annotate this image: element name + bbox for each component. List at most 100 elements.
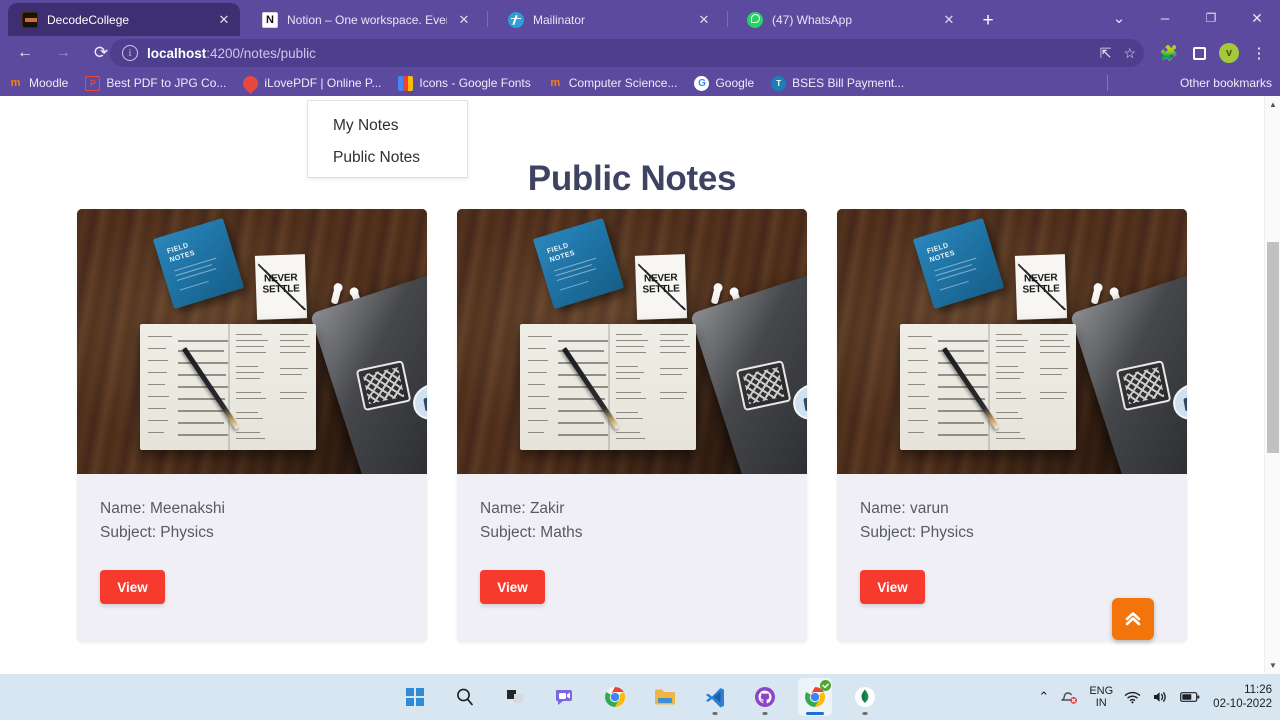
forward-button[interactable]: → bbox=[48, 38, 78, 68]
puzzle-icon[interactable]: 🧩 bbox=[1156, 39, 1182, 67]
chat-button[interactable] bbox=[548, 678, 582, 716]
clock[interactable]: 11:26 02-10-2022 bbox=[1213, 683, 1272, 711]
note-subject: Subject: Maths bbox=[480, 524, 583, 541]
scrollbar-thumb[interactable] bbox=[1267, 242, 1279, 453]
bookmark-label: Computer Science... bbox=[568, 76, 678, 90]
bookmark-label: iLovePDF | Online P... bbox=[264, 76, 382, 90]
volume-icon[interactable] bbox=[1152, 690, 1169, 704]
language-indicator[interactable]: ENG IN bbox=[1089, 685, 1113, 709]
running-indicator bbox=[712, 712, 718, 715]
bookmark-label: BSES Bill Payment... bbox=[792, 76, 905, 90]
search-button[interactable] bbox=[448, 678, 482, 716]
note-name: Name: varun bbox=[860, 500, 949, 517]
note-card[interactable]: FIELD NOTES NEVER SETTLE bbox=[457, 209, 807, 642]
bookmark-item[interactable]: Icons - Google Fonts bbox=[398, 75, 531, 91]
note-subject: Subject: Physics bbox=[860, 524, 974, 541]
never-settle-card: NEVER SETTLE bbox=[254, 254, 308, 320]
tab-close-icon[interactable]: ✕ bbox=[696, 12, 712, 28]
browser-tab-0[interactable]: DecodeCollege ✕ bbox=[8, 3, 240, 36]
view-button[interactable]: View bbox=[480, 570, 545, 604]
vscode-icon bbox=[706, 688, 724, 708]
chrome-active-button[interactable] bbox=[798, 678, 832, 716]
laptop-sticker-badge bbox=[790, 379, 807, 424]
address-bar[interactable]: i localhost:4200/notes/public ⇱ ☆ bbox=[110, 39, 1144, 67]
star-icon[interactable]: ☆ bbox=[1123, 45, 1136, 62]
browser-tab-2[interactable]: Mailinator ✕ bbox=[494, 3, 720, 36]
view-button[interactable]: View bbox=[860, 570, 925, 604]
field-notes-book: FIELD NOTES bbox=[152, 217, 245, 310]
open-notebook bbox=[900, 324, 1076, 450]
bookmark-label: Moodle bbox=[29, 76, 69, 90]
maximize-icon[interactable]: ❐ bbox=[1188, 0, 1234, 36]
share-icon[interactable]: ⇱ bbox=[1100, 45, 1112, 62]
note-card[interactable]: FIELD NOTES NEVER SETTLE bbox=[837, 209, 1187, 642]
chrome-menu-icon[interactable]: ⋮ bbox=[1246, 39, 1272, 67]
tray-overflow-button[interactable]: ⌃ bbox=[1038, 689, 1049, 705]
scrollbar-up-arrow[interactable]: ▲ bbox=[1265, 96, 1280, 113]
field-notes-label: FIELD NOTES bbox=[166, 242, 196, 265]
avatar[interactable]: v bbox=[1216, 39, 1242, 67]
vscode-button[interactable] bbox=[698, 678, 732, 716]
scroll-to-top-button[interactable] bbox=[1112, 598, 1154, 640]
chrome-icon bbox=[605, 686, 626, 708]
bookmark-item[interactable]: m Moodle bbox=[8, 76, 69, 91]
site-info-icon[interactable]: i bbox=[122, 45, 138, 61]
laptop bbox=[689, 261, 807, 474]
task-view-button[interactable] bbox=[498, 678, 532, 716]
view-button[interactable]: View bbox=[100, 570, 165, 604]
running-indicator bbox=[762, 712, 768, 715]
bookmark-item[interactable]: T BSES Bill Payment... bbox=[771, 75, 905, 91]
note-card[interactable]: FIELD NOTES NEVER SETTLE bbox=[77, 209, 427, 642]
google-fonts-icon bbox=[398, 75, 414, 91]
note-card-image: FIELD NOTES NEVER SETTLE bbox=[837, 209, 1187, 474]
new-tab-button[interactable]: + bbox=[975, 7, 1001, 33]
back-button[interactable]: ← bbox=[10, 38, 40, 68]
bookmark-label: Best PDF to JPG Co... bbox=[106, 76, 227, 90]
tab-close-icon[interactable]: ✕ bbox=[941, 12, 957, 28]
side-panel-icon[interactable] bbox=[1186, 39, 1212, 67]
earbud-left-icon bbox=[710, 283, 723, 305]
page-viewport: My Notes Public Notes Public Notes FIELD… bbox=[0, 96, 1280, 674]
field-notes-book: FIELD NOTES bbox=[912, 217, 1005, 310]
minimize-icon[interactable]: – bbox=[1142, 0, 1188, 36]
tab-search-icon[interactable]: ⌄ bbox=[1096, 0, 1142, 36]
laptop-sticker-text bbox=[355, 360, 412, 412]
notebook-writing bbox=[520, 324, 696, 450]
bookmark-item[interactable]: iLovePDF | Online P... bbox=[240, 72, 382, 94]
bookmark-item[interactable]: G Google bbox=[694, 75, 755, 91]
wifi-icon[interactable] bbox=[1124, 690, 1141, 704]
ilovepdf-icon bbox=[240, 72, 262, 94]
close-window-icon[interactable]: ✕ bbox=[1234, 0, 1280, 36]
page-scrollbar[interactable]: ▲ ▼ bbox=[1264, 96, 1280, 674]
start-button[interactable] bbox=[398, 678, 432, 716]
earbud-left-icon bbox=[1090, 283, 1103, 305]
battery-icon[interactable] bbox=[1180, 691, 1200, 703]
chrome-button[interactable] bbox=[598, 678, 632, 716]
other-bookmarks-button[interactable]: Other bookmarks bbox=[1174, 70, 1272, 96]
clock-date: 02-10-2022 bbox=[1213, 698, 1272, 710]
double-chevron-up-icon bbox=[1125, 612, 1141, 626]
browser-tab-3[interactable]: (47) WhatsApp ✕ bbox=[733, 3, 965, 36]
scrollbar-down-arrow[interactable]: ▼ bbox=[1265, 657, 1280, 674]
bookmarks-divider bbox=[1107, 75, 1108, 91]
tab-close-icon[interactable]: ✕ bbox=[216, 12, 232, 28]
laptop bbox=[1069, 261, 1187, 474]
note-card-body: Name: Meenakshi Subject: Physics View bbox=[77, 474, 427, 642]
moodle-icon: m bbox=[550, 77, 561, 89]
bookmark-item[interactable]: m Computer Science... bbox=[548, 76, 678, 91]
notification-mute-icon[interactable] bbox=[1060, 689, 1078, 705]
folder-icon bbox=[655, 689, 675, 705]
running-indicator bbox=[862, 712, 868, 715]
dropdown-item-my-notes[interactable]: My Notes bbox=[308, 110, 467, 142]
bookmark-item[interactable]: P Best PDF to JPG Co... bbox=[85, 75, 227, 91]
github-desktop-button[interactable] bbox=[748, 678, 782, 716]
note-name: Name: Zakir bbox=[480, 500, 565, 517]
note-card-image: FIELD NOTES NEVER SETTLE bbox=[457, 209, 807, 474]
mongodb-compass-button[interactable] bbox=[848, 678, 882, 716]
tab-close-icon[interactable]: ✕ bbox=[456, 12, 472, 28]
bookmark-label: Google bbox=[715, 76, 755, 90]
earbud-left-icon bbox=[330, 283, 343, 305]
page-content: My Notes Public Notes Public Notes FIELD… bbox=[0, 96, 1264, 674]
file-explorer-button[interactable] bbox=[648, 678, 682, 716]
browser-tab-1[interactable]: N Notion – One workspace. Every t ✕ bbox=[248, 3, 480, 36]
